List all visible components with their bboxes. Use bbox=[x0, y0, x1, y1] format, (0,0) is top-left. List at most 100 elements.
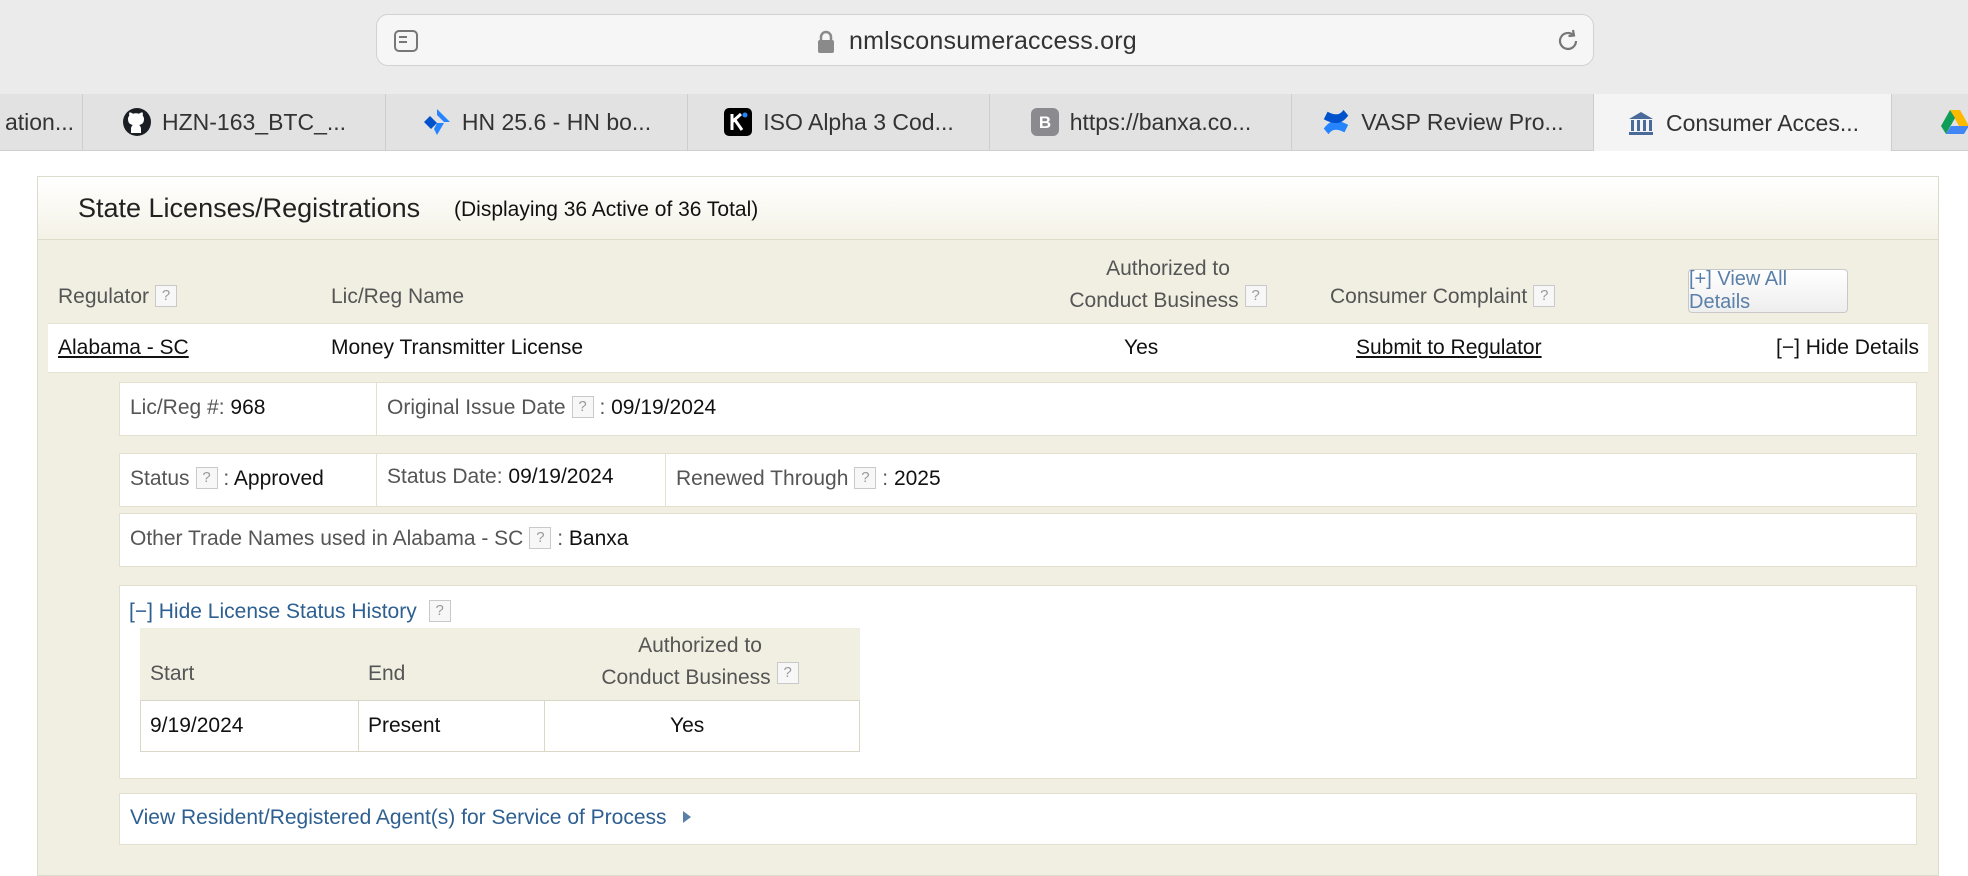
view-all-details-button[interactable]: [+] View All Details bbox=[1688, 268, 1848, 313]
status-label: Status bbox=[130, 467, 190, 490]
tab-5[interactable]: B https://banxa.co... bbox=[990, 94, 1292, 150]
help-icon[interactable]: ? bbox=[776, 662, 799, 684]
tab-7-active[interactable]: Consumer Acces... bbox=[1594, 94, 1892, 152]
section-subtitle: (Displaying 36 Active of 36 Total) bbox=[454, 198, 759, 221]
licenses-panel: State Licenses/Registrations (Displaying… bbox=[37, 176, 1939, 876]
view-agents-label: View Resident/Registered Agent(s) for Se… bbox=[130, 806, 667, 829]
tab-2[interactable]: HZN-163_BTC_... bbox=[83, 94, 386, 150]
history-header-auth-line1: Authorized to bbox=[638, 634, 762, 657]
help-icon[interactable]: ? bbox=[529, 527, 552, 549]
k-app-icon bbox=[723, 107, 753, 137]
lock-icon bbox=[816, 30, 836, 59]
colon: : bbox=[223, 467, 230, 490]
confluence-icon bbox=[1321, 107, 1351, 137]
trade-names-field: Other Trade Names used in Alabama - SC? … bbox=[130, 527, 628, 551]
tab-label: HZN-163_BTC_... bbox=[161, 108, 347, 135]
tab-strip: ation... HZN-163_BTC_... HN 25.6 - HN bo… bbox=[0, 94, 1968, 152]
help-icon[interactable]: ? bbox=[571, 396, 594, 418]
column-header-lic-name: Lic/Reg Name bbox=[331, 285, 464, 309]
history-header-authorized: Authorized to Conduct Business? bbox=[550, 630, 850, 694]
reload-icon[interactable] bbox=[1555, 28, 1581, 59]
sidebar-toggle-icon[interactable] bbox=[393, 29, 419, 58]
column-header-complaint: Consumer Complaint? bbox=[1330, 285, 1556, 309]
status-history-box: [−] Hide License Status History? Start E… bbox=[119, 585, 1917, 779]
column-label-line2: Conduct Business bbox=[1069, 289, 1239, 312]
hide-history-label: [−] Hide License Status History bbox=[129, 600, 417, 623]
section-title: State Licenses/Registrations bbox=[78, 193, 421, 223]
column-label: Lic/Reg Name bbox=[331, 285, 465, 308]
lic-no-label: Lic/Reg #: bbox=[130, 396, 225, 419]
bank-building-icon bbox=[1626, 108, 1656, 138]
history-end-value: Present bbox=[368, 714, 441, 737]
issue-date-label: Original Issue Date bbox=[387, 396, 566, 419]
trade-names-box: Other Trade Names used in Alabama - SC? … bbox=[119, 513, 1917, 567]
hide-details-toggle[interactable]: [−] Hide Details bbox=[1776, 336, 1919, 360]
tab-8[interactable] bbox=[1892, 94, 1968, 150]
help-icon[interactable]: ? bbox=[1244, 285, 1267, 307]
column-header-authorized: Authorized to Conduct Business? bbox=[1038, 253, 1298, 317]
issue-date-field: Original Issue Date? : 09/19/2024 bbox=[387, 396, 716, 420]
help-icon[interactable]: ? bbox=[195, 467, 218, 489]
column-header-regulator: Regulator? bbox=[58, 285, 178, 309]
help-icon[interactable]: ? bbox=[428, 600, 451, 622]
issue-date-value: 09/19/2024 bbox=[611, 396, 717, 419]
history-table-header: Start End Authorized to Conduct Business… bbox=[140, 628, 860, 700]
renewed-label: Renewed Through bbox=[676, 467, 849, 490]
tab-label: https://banxa.co... bbox=[1069, 108, 1252, 135]
status-box: Status? : Approved Status Date: 09/19/20… bbox=[119, 453, 1917, 507]
status-date-value: 09/19/2024 bbox=[508, 465, 614, 488]
license-number-box: Lic/Reg #: 968 Original Issue Date? : 09… bbox=[119, 382, 1917, 436]
lic-no-value: 968 bbox=[230, 396, 266, 419]
b-letter-icon: B bbox=[1030, 107, 1060, 137]
view-agents-link[interactable]: View Resident/Registered Agent(s) for Se… bbox=[130, 806, 692, 830]
status-value: Approved bbox=[233, 467, 324, 490]
colon: : bbox=[599, 396, 606, 419]
history-cell-start: 9/19/2024 bbox=[141, 701, 359, 751]
history-header-end: End bbox=[368, 662, 406, 685]
history-start-value: 9/19/2024 bbox=[150, 714, 244, 737]
license-row: Alabama - SC Money Transmitter License Y… bbox=[48, 323, 1928, 373]
address-bar[interactable]: nmlsconsumeraccess.org bbox=[376, 14, 1594, 66]
tab-label: VASP Review Pro... bbox=[1361, 108, 1564, 135]
history-authorized-value: Yes bbox=[670, 714, 705, 737]
help-icon[interactable]: ? bbox=[1533, 285, 1556, 307]
browser-toolbar: nmlsconsumeraccess.org bbox=[0, 0, 1968, 94]
tab-4[interactable]: ISO Alpha 3 Cod... bbox=[688, 94, 990, 150]
history-cell-end: Present bbox=[359, 701, 545, 751]
submit-to-regulator-link[interactable]: Submit to Regulator bbox=[1356, 336, 1542, 360]
history-header-auth-line2: Conduct Business bbox=[601, 666, 771, 689]
tab-1[interactable]: ation... bbox=[0, 94, 83, 150]
lic-no-cell: Lic/Reg #: 968 bbox=[120, 383, 377, 435]
tab-label: HN 25.6 - HN bo... bbox=[461, 108, 652, 135]
tab-label: ation... bbox=[4, 108, 74, 135]
column-label: Regulator bbox=[58, 285, 150, 308]
page-content: State Licenses/Registrations (Displaying… bbox=[0, 151, 1968, 876]
jira-icon bbox=[422, 107, 452, 137]
status-cell: Status? : Approved bbox=[120, 454, 377, 506]
colon: : bbox=[882, 467, 889, 490]
status-date-label: Status Date: bbox=[387, 465, 503, 488]
help-icon[interactable]: ? bbox=[854, 467, 877, 489]
column-label: Consumer Complaint bbox=[1330, 285, 1528, 308]
tab-3[interactable]: HN 25.6 - HN bo... bbox=[386, 94, 688, 150]
github-icon bbox=[122, 107, 152, 137]
renewed-field: Renewed Through? : 2025 bbox=[676, 467, 941, 491]
triangle-right-icon bbox=[682, 806, 692, 830]
status-date-cell: Status Date: 09/19/2024 bbox=[377, 454, 666, 506]
tab-6[interactable]: VASP Review Pro... bbox=[1292, 94, 1594, 150]
history-header-start: Start bbox=[150, 662, 195, 685]
help-icon[interactable]: ? bbox=[155, 285, 178, 307]
renewed-value: 2025 bbox=[893, 467, 941, 490]
authorized-value: Yes bbox=[1124, 336, 1159, 359]
agents-box: View Resident/Registered Agent(s) for Se… bbox=[119, 793, 1917, 845]
regulator-link[interactable]: Alabama - SC bbox=[58, 336, 189, 360]
history-cell-authorized: Yes bbox=[545, 701, 859, 751]
trade-names-label: Other Trade Names used in Alabama - SC bbox=[130, 527, 524, 550]
column-label-line1: Authorized to bbox=[1106, 257, 1230, 280]
colon: : bbox=[557, 527, 564, 550]
tab-label: Consumer Acces... bbox=[1665, 109, 1860, 136]
history-row: 9/19/2024 Present Yes bbox=[140, 700, 860, 752]
license-name: Money Transmitter License bbox=[331, 336, 584, 359]
url-text: nmlsconsumeraccess.org bbox=[849, 27, 1137, 55]
hide-history-toggle[interactable]: [−] Hide License Status History? bbox=[129, 600, 451, 624]
